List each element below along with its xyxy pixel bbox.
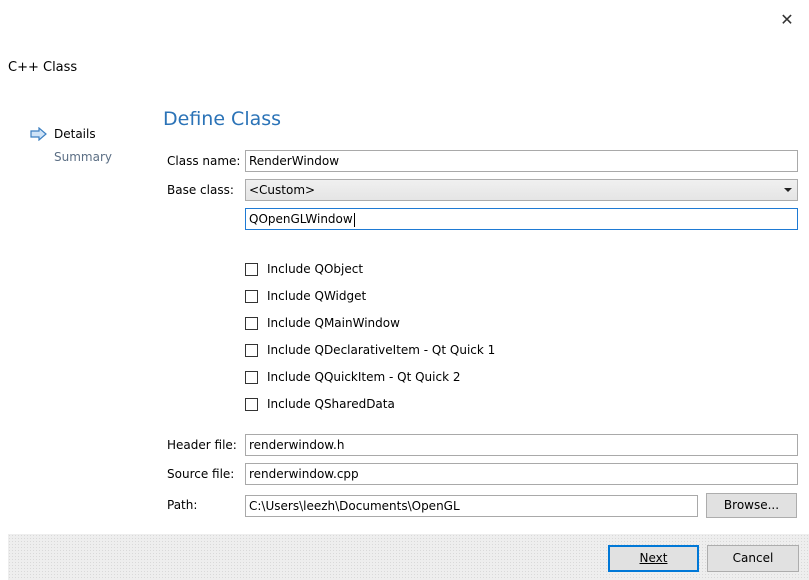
path-input[interactable]: C:\Users\leezh\Documents\OpenGL xyxy=(245,495,698,517)
checkbox-label: Include QMainWindow xyxy=(267,316,400,330)
checkbox-box[interactable] xyxy=(245,397,258,411)
path-label: Path: xyxy=(167,498,198,512)
cancel-button-label: Cancel xyxy=(732,551,774,565)
include-qmainwindow-checkbox[interactable]: Include QMainWindow xyxy=(245,315,400,331)
checkbox-box[interactable] xyxy=(245,343,258,357)
header-file-input[interactable]: renderwindow.h xyxy=(245,434,798,456)
arrow-right-icon xyxy=(30,127,47,141)
custom-base-class-input[interactable]: QOpenGLWindow xyxy=(245,208,798,230)
checkbox-label: Include QSharedData xyxy=(267,397,395,411)
header-file-label: Header file: xyxy=(167,438,237,452)
chevron-down-icon xyxy=(784,188,792,192)
base-class-select[interactable]: <Custom> xyxy=(245,179,798,201)
next-button-label: Next xyxy=(639,551,668,565)
checkbox-box[interactable] xyxy=(245,289,258,303)
class-name-input[interactable]: RenderWindow xyxy=(245,150,798,172)
include-qwidget-checkbox[interactable]: Include QWidget xyxy=(245,288,366,304)
checkbox-label: Include QWidget xyxy=(267,289,367,303)
source-file-label: Source file: xyxy=(167,467,235,481)
include-qdeclarativeitem-checkbox[interactable]: Include QDeclarativeItem - Qt Quick 1 xyxy=(245,342,495,358)
page-heading: Define Class xyxy=(163,108,282,130)
checkbox-label: Include QObject xyxy=(267,262,364,276)
source-file-value: renderwindow.cpp xyxy=(249,467,359,481)
checkbox-box[interactable] xyxy=(245,316,258,330)
include-qobject-checkbox[interactable]: Include QObject xyxy=(245,261,363,277)
custom-base-class-value: QOpenGLWindow xyxy=(249,212,353,226)
header-file-value: renderwindow.h xyxy=(249,438,345,452)
path-value: C:\Users\leezh\Documents\OpenGL xyxy=(249,499,460,513)
base-class-label: Base class: xyxy=(167,183,234,197)
checkbox-label: Include QQuickItem - Qt Quick 2 xyxy=(267,370,461,384)
close-button[interactable]: ✕ xyxy=(772,6,802,32)
include-qquickitem-checkbox[interactable]: Include QQuickItem - Qt Quick 2 xyxy=(245,369,461,385)
close-icon: ✕ xyxy=(780,9,794,29)
class-name-label: Class name: xyxy=(167,154,241,168)
base-class-selected: <Custom> xyxy=(249,183,316,197)
next-button[interactable]: Next xyxy=(608,545,699,572)
browse-button[interactable]: Browse... xyxy=(706,493,797,518)
nav-item-summary[interactable]: Summary xyxy=(54,150,112,164)
window-title: C++ Class xyxy=(8,60,78,75)
browse-button-label: Browse... xyxy=(723,498,780,512)
nav-item-details[interactable]: Details xyxy=(54,127,96,141)
cancel-button[interactable]: Cancel xyxy=(707,545,799,572)
checkbox-label: Include QDeclarativeItem - Qt Quick 1 xyxy=(267,343,496,357)
source-file-input[interactable]: renderwindow.cpp xyxy=(245,463,798,485)
text-caret xyxy=(353,212,355,227)
checkbox-box[interactable] xyxy=(245,370,258,384)
class-name-value: RenderWindow xyxy=(249,154,340,168)
checkbox-box[interactable] xyxy=(245,262,258,276)
include-qshareddata-checkbox[interactable]: Include QSharedData xyxy=(245,396,395,412)
